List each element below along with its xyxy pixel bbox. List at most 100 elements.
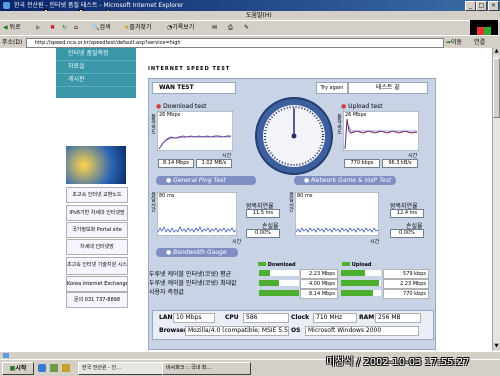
lan-label: LAN (159, 314, 173, 321)
upload-header-label: Upload (351, 262, 372, 268)
upload-value: 770 kbps (383, 289, 429, 299)
upload-bar-fill (341, 290, 373, 296)
download-bar-fill (259, 280, 279, 286)
os-label: OS (291, 327, 301, 334)
bandwidth-upload-header: Upload (342, 262, 372, 268)
print-button[interactable]: ⎙ (228, 23, 240, 33)
try-again-button[interactable]: Try again (316, 82, 348, 94)
bandwidth-rows: 두루넷 케이블 인터넷(코넷) 평균 2.23 Mbps 579 kbps 두루… (149, 269, 433, 299)
mail-button[interactable]: ✉ (212, 23, 224, 33)
ram-label: RAM (359, 314, 375, 321)
ping-axis-label: 응답시간 (150, 192, 156, 212)
forward-button[interactable]: ▶ (36, 23, 48, 33)
quicklaunch-ie-icon[interactable] (38, 364, 46, 372)
cpu-label: CPU (225, 314, 239, 321)
upload-value: 579 kbps (383, 269, 429, 279)
netgame-section-header: ● Network Game & VoIP Test (294, 176, 396, 185)
links-label[interactable]: 연결 (474, 38, 485, 47)
ad-banner[interactable]: 차세대 인터넷망 (66, 239, 128, 255)
bandwidth-section-header: ● Bandwidth Gauge (156, 248, 238, 257)
capture-stamp: 미창식 / 2002-10-03 17:55:27 (326, 357, 470, 368)
download-bar-fill (259, 270, 270, 276)
download-speed-mbps: 8.14 Mbps (158, 159, 194, 168)
start-button[interactable]: ■시작 (2, 362, 34, 375)
left-menu-item[interactable]: 게시판 (56, 74, 136, 87)
taskbar-task[interactable]: 비씨파크 :: 국내 최... (162, 362, 251, 375)
address-label: 주소(D) (2, 39, 23, 46)
bandwidth-bullet-icon: ● (166, 249, 172, 256)
tab-wan-test[interactable]: WAN TEST (152, 82, 236, 94)
upload-bar-fill (341, 280, 379, 286)
left-menu-item[interactable]: 인터넷 품질측정 (56, 48, 136, 61)
netgame-bullet-icon: ● (304, 177, 310, 184)
minimize-button[interactable]: _ (465, 1, 476, 11)
home-button[interactable]: ⌂ (74, 23, 84, 33)
refresh-button[interactable]: ↻ (62, 23, 72, 33)
upload-peak: 26 Mbps (345, 112, 367, 118)
search-label: 검색 (99, 24, 111, 31)
download-header-icon (258, 262, 266, 266)
maximize-button[interactable]: □ (476, 1, 487, 11)
ping-time-label: 시간 (232, 239, 242, 245)
menu-help[interactable]: 도움말(H) (246, 11, 272, 20)
favorites-label: 즐겨찾기 (129, 24, 152, 31)
test-status: 테스트 끝 (348, 82, 428, 94)
ping-bullet-icon: ● (166, 177, 172, 184)
taskbar-task[interactable]: 한국 전산원 - 인... (78, 362, 163, 375)
quicklaunch-outlook-icon[interactable] (62, 364, 70, 372)
go-button[interactable]: ➡이동 (446, 38, 468, 47)
os-value: Microsoft Windows 2000 (305, 326, 419, 336)
ping-avg-value: 11.5 ms (246, 209, 280, 218)
scroll-thumb[interactable] (493, 58, 500, 118)
close-button[interactable]: × (488, 1, 499, 11)
address-bar: 주소(D) http://speed.nca.or.kr/speedtest/d… (0, 35, 500, 49)
browser-value: Mozilla/4.0 (compatible; MSIE 5.5 (185, 326, 289, 336)
download-value: 2.23 Mbps (300, 269, 338, 279)
download-value: 8.14 Mbps (300, 289, 338, 299)
ad-banner[interactable]: Korea Internet Exchange (66, 276, 128, 292)
download-bar-fill (259, 290, 299, 296)
download-bullet-icon: ● (156, 103, 162, 110)
upload-speed-kbps: 770 kbps (344, 159, 380, 168)
stop-button[interactable]: ✖ (50, 23, 60, 33)
download-time-label: 시간 (222, 153, 232, 159)
upload-speed-kbs: 96.3 kB/s (382, 159, 418, 168)
browser-label: Browser (159, 327, 187, 334)
history-label: 기록보기 (172, 24, 195, 31)
ad-banner[interactable]: IPv6기반 차세대 인터넷망 (66, 205, 128, 221)
upload-time-label: 시간 (408, 153, 418, 159)
back-button[interactable]: ◀ 뒤로 (3, 23, 33, 33)
back-arrow-icon: ◀ (3, 24, 8, 31)
ad-banner[interactable]: 문의 031 737-8898 (66, 292, 128, 308)
netgame-scale: 80 ms (297, 193, 313, 199)
left-menu-item[interactable]: 자료실 (56, 61, 136, 74)
address-input[interactable]: http://speed.nca.or.kr/speedtest/default… (26, 38, 444, 48)
ad-banner[interactable]: 초고속 인터넷 기술지원 시스템 (66, 257, 128, 275)
back-label: 뒤로 (9, 24, 21, 31)
download-axis-label: 동작속도 (150, 114, 156, 134)
favorites-button[interactable]: ★즐겨찾기 (124, 23, 164, 33)
ping-scale: 80 ms (159, 193, 175, 199)
kornet-banner-image[interactable] (66, 146, 126, 184)
vertical-scrollbar[interactable]: ▲ ▼ (492, 48, 500, 351)
page-status-icon (3, 353, 9, 358)
netgame-axis-label: 응답시간 (288, 192, 294, 212)
netgame-time-label: 시간 (370, 239, 380, 245)
ping-title: General Ping Test (173, 177, 226, 184)
download-title: Download test (163, 103, 207, 110)
history-button[interactable]: ◔기록보기 (167, 23, 209, 33)
scroll-down-icon[interactable]: ▼ (493, 343, 500, 350)
lan-value: 10 Mbps (173, 313, 215, 323)
download-value: 4.00 Mbps (300, 279, 338, 289)
edit-button[interactable]: ✎ (244, 23, 256, 33)
quicklaunch-desktop-icon[interactable] (50, 364, 58, 372)
scroll-up-icon[interactable]: ▲ (493, 48, 500, 55)
netgame-avg-value: 12.4 ms (390, 209, 424, 218)
netgame-loss-value: 0.00% (390, 229, 424, 238)
upload-title: Upload test (348, 103, 383, 110)
search-button[interactable]: 🔍검색 (92, 23, 122, 33)
ad-banner[interactable]: 초고속 인터넷 교환노드 (66, 187, 128, 203)
ad-banner[interactable]: 국가정보화 Portal site (66, 222, 128, 238)
ram-value: 256 MB (375, 313, 421, 323)
download-peak: 26 Mbps (159, 112, 181, 118)
